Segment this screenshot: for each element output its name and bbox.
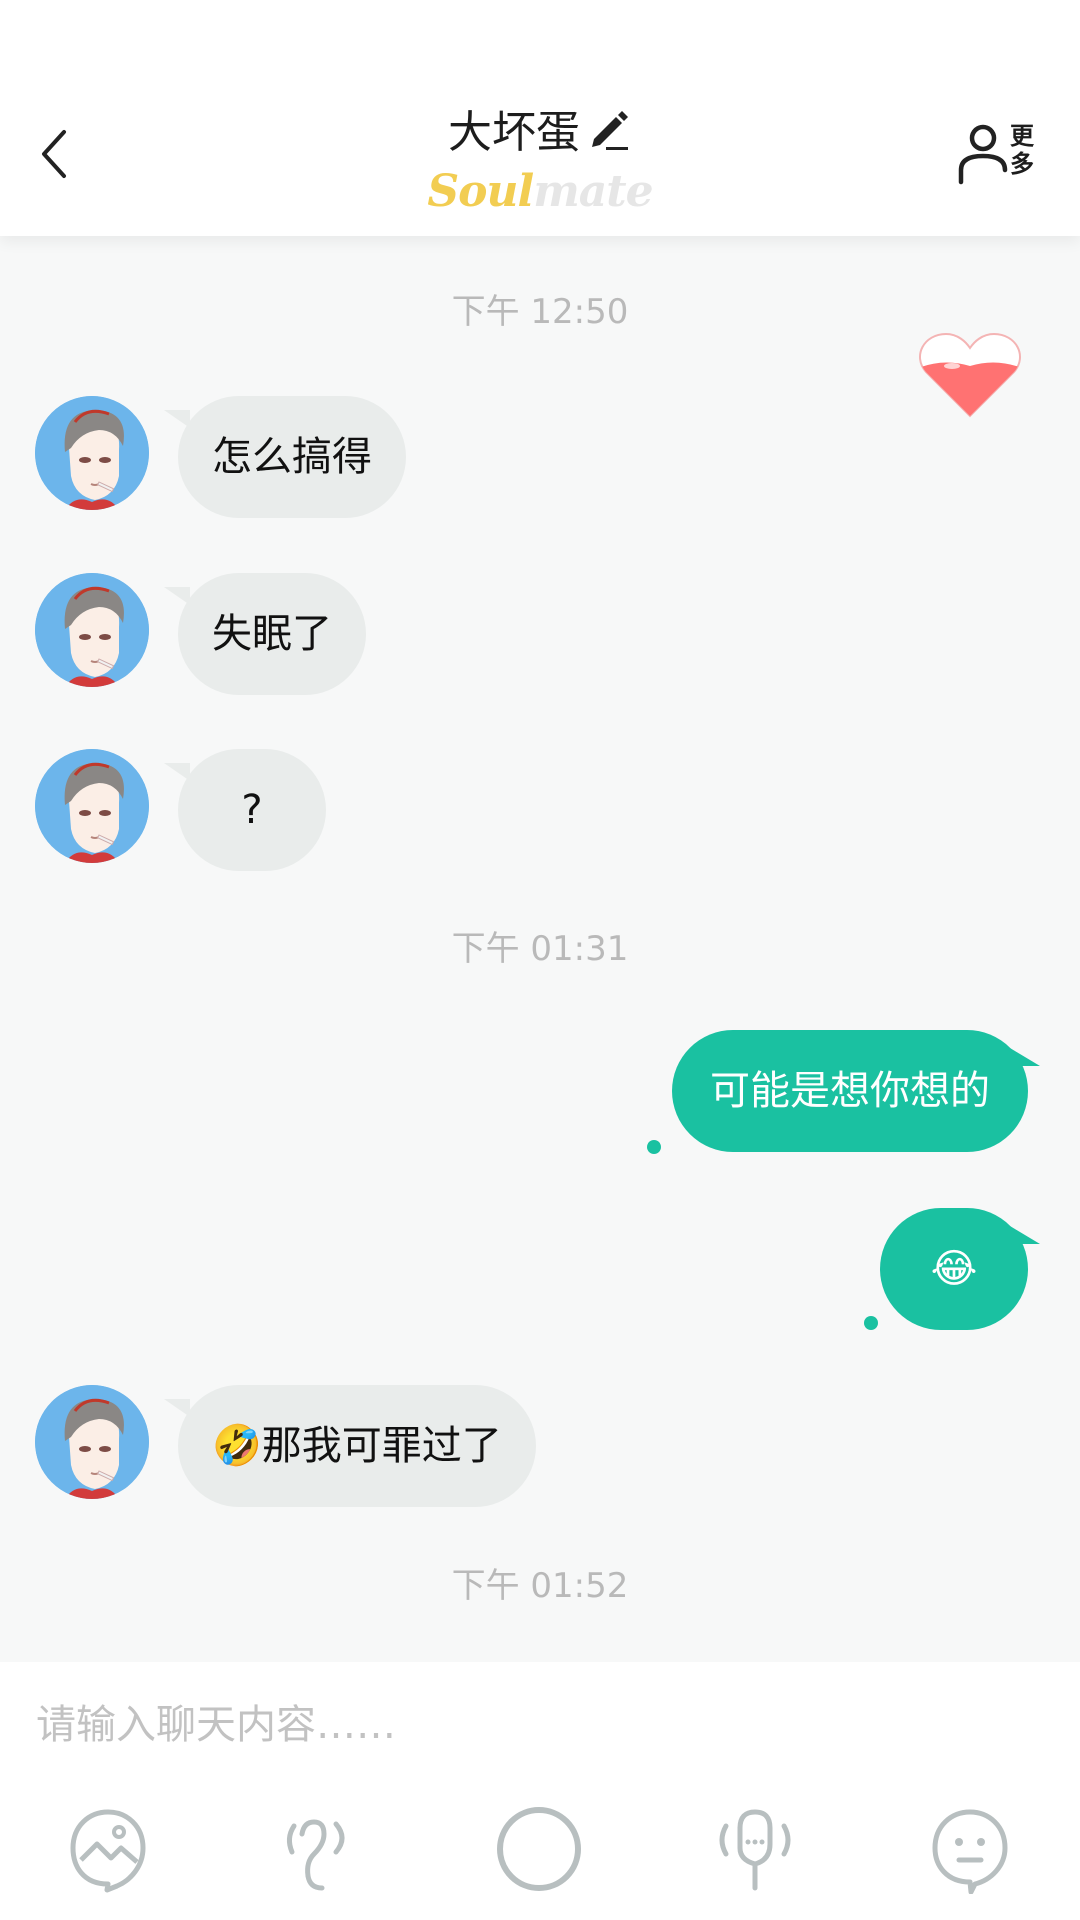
contact-name: 大坏蛋 (448, 107, 580, 158)
camera-icon[interactable] (494, 1804, 584, 1894)
soulmate-logo: Soulmate (0, 166, 1080, 217)
timestamp: 下午 01:31 (451, 929, 629, 969)
avatar-illustration (35, 573, 149, 687)
contact-avatar[interactable] (35, 396, 149, 510)
message-incoming[interactable]: ? (164, 749, 326, 871)
avatar-illustration (35, 749, 149, 863)
more-label[interactable]: 更多 (1010, 122, 1038, 178)
image-icon[interactable] (63, 1804, 153, 1894)
title-wrap: 大坏蛋 (0, 96, 1080, 160)
emoji-icon[interactable] (925, 1804, 1015, 1894)
edit-icon[interactable] (586, 105, 632, 151)
timestamp: 下午 12:50 (451, 292, 629, 332)
brand-soul: Soul (427, 166, 534, 217)
message-outgoing[interactable]: 😂 (880, 1208, 1040, 1330)
contact-avatar[interactable] (35, 1385, 149, 1499)
input-bar (0, 1662, 1080, 1920)
title-row[interactable]: 大坏蛋 (448, 96, 632, 160)
heart-icon[interactable] (918, 330, 1022, 420)
timestamp: 下午 01:52 (451, 1566, 629, 1606)
avatar-illustration (35, 1385, 149, 1499)
message-incoming[interactable]: 🤣那我可罪过了 (164, 1385, 536, 1507)
message-incoming[interactable]: 失眠了 (164, 573, 366, 695)
brand-mate: mate (533, 166, 653, 217)
sent-indicator (647, 1140, 661, 1154)
call-icon[interactable] (710, 1804, 800, 1894)
chat-input[interactable] (34, 1692, 1038, 1758)
contact-avatar[interactable] (35, 749, 149, 863)
message-incoming[interactable]: 怎么搞得 (164, 396, 406, 518)
avatar-illustration (35, 396, 149, 510)
sent-indicator (864, 1316, 878, 1330)
contact-avatar[interactable] (35, 573, 149, 687)
message-outgoing[interactable]: 可能是想你想的 (672, 1030, 1040, 1152)
voice-icon[interactable] (278, 1804, 368, 1894)
chat-header: 大坏蛋 Soulmate 更多 (0, 0, 1080, 236)
